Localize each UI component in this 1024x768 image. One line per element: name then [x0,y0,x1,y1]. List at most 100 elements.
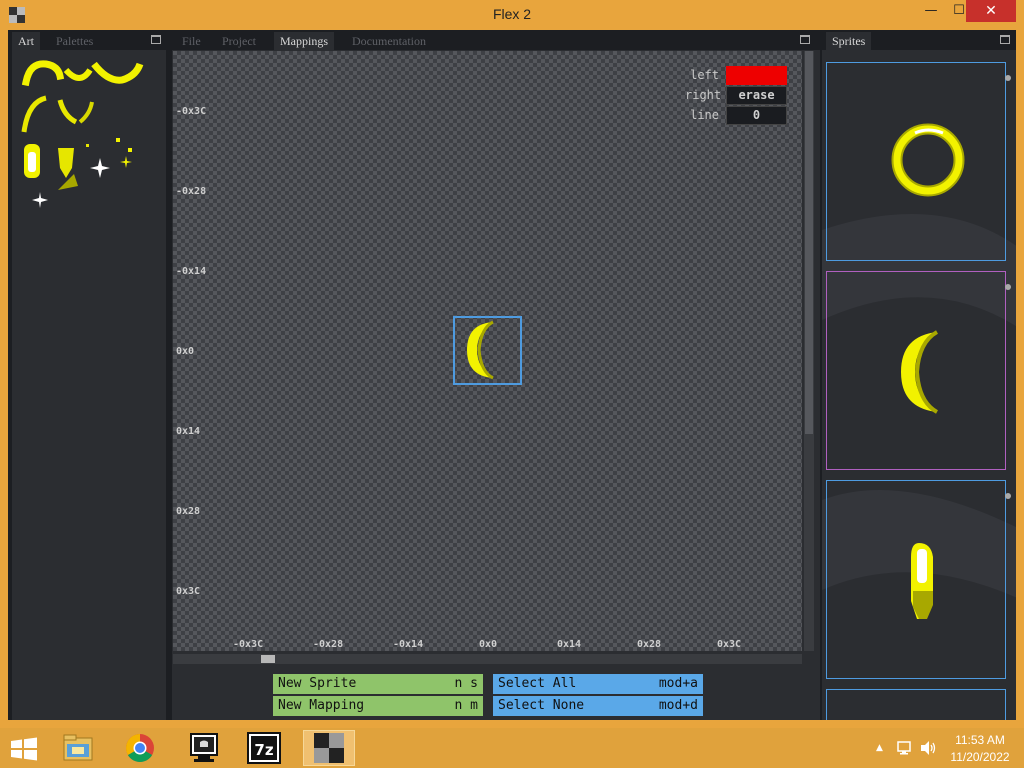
sprite-frame-1[interactable] [826,62,1011,261]
command-label: New Mapping [278,698,365,713]
network-icon[interactable] [896,739,914,757]
art-tabstrip: Art Palettes [12,30,166,50]
art-tile-dot-2 [128,148,132,152]
y-axis-label: 0x0 [176,346,195,357]
art-tile-arc-4 [21,95,47,133]
title-bar[interactable]: Flex 2 — ☐ ✕ [0,0,1024,30]
tab-sprites[interactable]: Sprites [826,32,872,50]
close-button[interactable]: ✕ [966,0,1016,22]
art-tiles-canvas[interactable] [18,52,148,212]
x-axis-label: -0x28 [313,639,344,650]
art-tile-arc-1 [21,60,65,87]
art-tile-arc-5 [57,99,78,125]
x-axis-label: 0x0 [479,639,498,650]
taskbar-file-explorer[interactable] [52,730,104,766]
tool-line-row[interactable]: line 0 [685,106,787,125]
y-axis-label: -0x14 [176,266,207,277]
x-axis-label: 0x28 [637,639,662,650]
client-area: Art Palettes File Project Mappings Docum… [8,30,1016,720]
art-tile-sparkle-3 [32,192,48,208]
command-shortcut: n s [454,676,478,691]
tab-project[interactable]: Project [216,32,262,50]
taskbar-monitor-app[interactable] [178,730,230,766]
tab-mappings[interactable]: Mappings [274,32,334,50]
tab-documentation[interactable]: Documentation [346,32,432,50]
ring-sprite [891,123,965,197]
left-color-swatch[interactable] [726,66,787,85]
flex2-taskbar-icon [314,733,344,763]
show-hidden-icons-icon[interactable]: ▲ [876,743,883,753]
monitor-app-icon [190,733,218,762]
vertical-scrollbar[interactable] [804,51,814,651]
art-tile-sparkle-1 [90,158,110,178]
art-tile-sparkle-2 [120,156,132,168]
maximize-panel-icon[interactable] [1000,35,1010,44]
y-axis-label: 0x14 [176,426,201,437]
y-axis-label: -0x28 [176,186,207,197]
tool-left-row[interactable]: left [685,66,787,85]
right-tool-value[interactable]: erase [726,86,787,105]
tab-art[interactable]: Art [12,32,40,50]
sprites-tabstrip: Sprites [822,30,1016,50]
maximize-panel-icon[interactable] [800,35,810,44]
y-axis-label: 0x3C [176,586,201,597]
taskbar-flex2[interactable] [303,730,355,766]
7zip-icon: 7z [247,732,281,764]
volume-icon[interactable] [919,739,937,757]
frame-marker [1005,284,1011,290]
crescent-sprite [901,330,939,414]
line-tool-value[interactable]: 0 [726,106,787,125]
sprite-frame-2[interactable] [826,271,1011,470]
tool-right-row[interactable]: right erase [685,86,787,105]
vertical-scroll-thumb[interactable] [805,51,813,434]
taskbar-7zip[interactable]: 7z [238,730,290,766]
file-explorer-icon [63,734,93,761]
tool-line-label: line [690,108,719,122]
tab-file[interactable]: File [176,32,207,50]
x-axis-label: -0x14 [393,639,424,650]
tab-palettes[interactable]: Palettes [50,32,99,50]
art-tile-arc-3 [91,61,144,84]
art-tile-dot-1 [116,138,120,142]
window-title: Flex 2 [492,6,532,22]
horizontal-scroll-thumb[interactable] [261,655,275,663]
new-sprite-button[interactable]: New Sprite n s [273,674,483,694]
mappings-editor-panel: File Project Mappings Documentation -0x3… [172,30,820,720]
mapping-canvas[interactable]: -0x3C -0x28 -0x14 0x0 0x14 0x28 0x3C -0x… [173,51,802,651]
x-axis-label: -0x3C [233,639,264,650]
frame-marker [1005,493,1011,499]
crescent-sprite [467,320,494,380]
select-all-button[interactable]: Select All mod+a [493,674,703,694]
y-axis-label: 0x28 [176,506,201,517]
clock-date[interactable]: 11/20/2022 [945,750,1015,764]
tool-right-label: right [685,88,722,102]
art-tile-dot-3 [86,144,89,147]
sprite-frame-4[interactable] [826,689,1006,720]
windows-start-icon[interactable] [10,737,38,761]
art-tile-shard-3 [58,174,78,190]
new-mapping-button[interactable]: New Mapping n m [273,696,483,716]
selected-mapping[interactable] [453,316,522,385]
editor-tabstrip: File Project Mappings Documentation [172,30,820,50]
maximize-panel-icon[interactable] [151,35,161,44]
shard-sprite [911,543,933,619]
select-none-button[interactable]: Select None mod+d [493,696,703,716]
command-label: Select All [498,676,577,691]
tool-left-label: left [690,68,719,82]
command-shortcut: mod+a [658,676,698,691]
command-shortcut: n m [454,698,478,713]
art-panel: Art Palettes [12,30,166,720]
command-label: New Sprite [278,676,357,691]
clock-time[interactable]: 11:53 AM [945,733,1015,747]
taskbar-chrome[interactable] [114,730,166,766]
sprites-panel: Sprites [822,30,1016,720]
app-window: Flex 2 — ☐ ✕ Art Palettes File Project M… [0,0,1024,728]
taskbar: 7z ▲ 11:53 AM 11/20/2022 [0,728,1024,768]
x-axis-label: 0x3C [717,639,742,650]
minimize-button[interactable]: — [916,0,946,22]
sprite-frame-3[interactable] [826,480,1011,679]
horizontal-scrollbar[interactable] [173,654,802,664]
svg-text:7z: 7z [254,741,273,759]
art-tile-shard-1-highlight [28,152,36,172]
art-tile-arc-6 [78,101,94,124]
